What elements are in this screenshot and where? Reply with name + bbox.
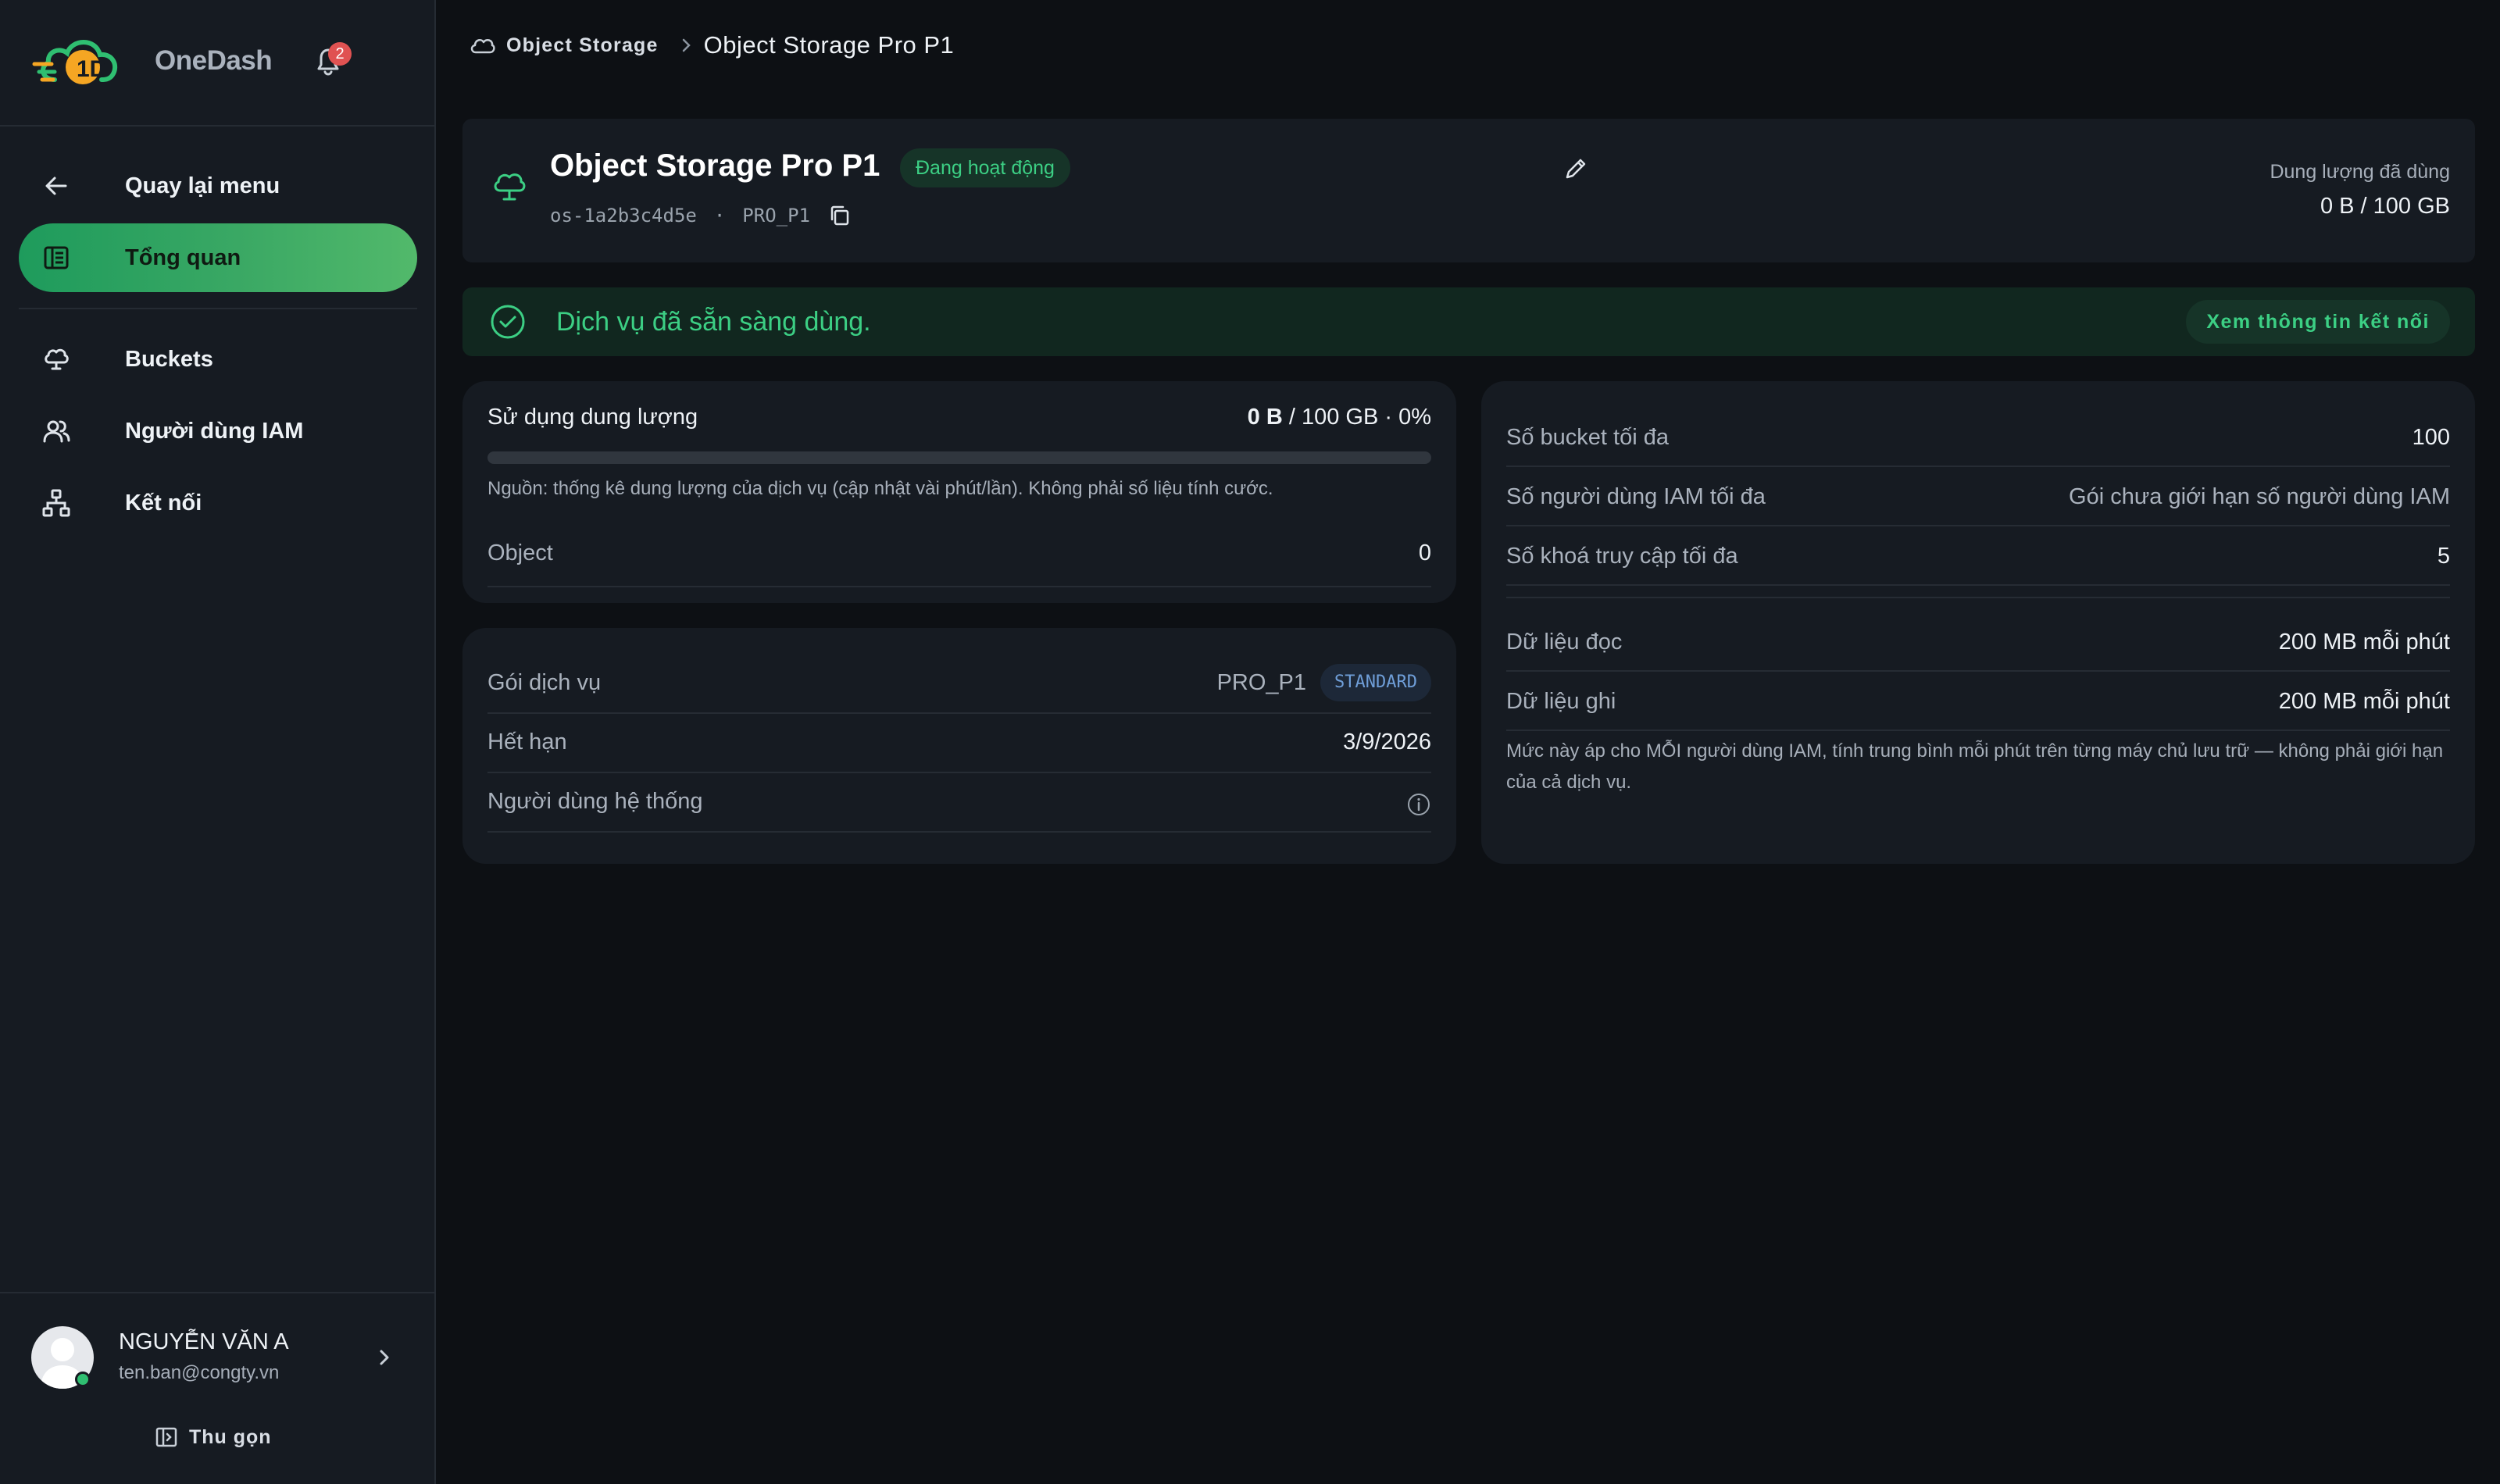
usage-progress-bar bbox=[488, 451, 1431, 464]
svg-text:1D: 1D bbox=[77, 56, 106, 82]
brand[interactable]: 1D OneDash bbox=[31, 28, 273, 94]
storage-usage-card: Sử dụng dung lượng 0 B / 100 GB · 0% Ngu… bbox=[462, 381, 1456, 603]
usage-used: 0 B bbox=[1247, 405, 1283, 430]
check-circle-icon bbox=[491, 305, 525, 339]
write-rate-row: Dữ liệu ghi 200 MB mỗi phút bbox=[1506, 672, 2450, 731]
usage-value: 0 B / 100 GB · 0% bbox=[1248, 405, 1431, 430]
chevron-right-icon[interactable] bbox=[375, 1345, 394, 1370]
service-identifiers: os-1a2b3c4d5e · PRO_P1 bbox=[550, 203, 852, 228]
read-rate-row: Dữ liệu đọc 200 MB mỗi phút bbox=[1506, 612, 2450, 672]
object-count-row: Object 0 bbox=[488, 530, 1431, 587]
limit-label: Số bucket tối đa bbox=[1506, 425, 1669, 450]
sidebar: 1D OneDash 2 Quay lại menu Tổng quan Buc… bbox=[0, 0, 436, 1484]
object-value: 0 bbox=[1418, 540, 1431, 565]
chevron-right-icon bbox=[682, 38, 691, 52]
sidebar-divider bbox=[0, 125, 434, 127]
network-icon bbox=[42, 489, 70, 517]
expiry-row: Hết hạn 3/9/2026 bbox=[488, 714, 1431, 773]
tier-badge: STANDARD bbox=[1320, 664, 1431, 701]
object-label: Object bbox=[488, 540, 553, 565]
package-row: Gói dịch vụ PRO_P1 STANDARD bbox=[488, 655, 1431, 714]
onedash-logo: 1D bbox=[32, 40, 118, 84]
limit-label: Số người dùng IAM tối đa bbox=[1506, 484, 1766, 509]
sidebar-divider bbox=[0, 1292, 434, 1293]
arrow-left-icon bbox=[45, 177, 67, 195]
notification-badge: 2 bbox=[328, 42, 352, 66]
usage-title: Sử dụng dung lượng bbox=[488, 405, 698, 430]
max-buckets-row: Số bucket tối đa 100 bbox=[1506, 408, 2450, 467]
max-iam-users-row: Số người dùng IAM tối đa Gói chưa giới h… bbox=[1506, 467, 2450, 526]
brand-name: OneDash bbox=[155, 45, 273, 76]
max-access-keys-row: Số khoá truy cập tối đa 5 bbox=[1506, 526, 2450, 586]
collapse-sidebar-button[interactable]: Thu gọn bbox=[155, 1422, 272, 1453]
sidebar-collapse-icon bbox=[155, 1427, 177, 1447]
expiry-label: Hết hạn bbox=[488, 730, 567, 754]
breadcrumb: Object Storage Object Storage Pro P1 bbox=[469, 28, 954, 62]
limit-value: Gói chưa giới hạn số người dùng IAM bbox=[2069, 484, 2450, 509]
service-title: Object Storage Pro P1 bbox=[550, 148, 880, 183]
online-status-dot bbox=[75, 1372, 91, 1387]
usage-summary-label: Dung lượng đã dùng bbox=[2270, 161, 2450, 183]
ready-message: Dịch vụ đã sẵn sàng dùng. bbox=[556, 307, 871, 337]
sidebar-item-label: Kết nối bbox=[125, 490, 202, 515]
limit-value: 100 bbox=[2412, 425, 2450, 450]
overview-icon bbox=[44, 246, 69, 269]
bucket-cloud-icon bbox=[494, 173, 526, 201]
service-limits-card: Số bucket tối đa 100 Số người dùng IAM t… bbox=[1481, 381, 2475, 864]
system-user-row: Người dùng hệ thống bbox=[488, 773, 1431, 833]
service-ready-banner: Dịch vụ đã sẵn sàng dùng. Xem thông tin … bbox=[462, 287, 2475, 356]
package-label: Gói dịch vụ bbox=[488, 670, 602, 695]
collapse-label: Thu gọn bbox=[189, 1425, 272, 1448]
info-icon[interactable] bbox=[1406, 792, 1431, 817]
section-divider bbox=[1506, 597, 2450, 598]
back-to-menu-button[interactable]: Quay lại menu bbox=[19, 152, 417, 220]
service-header-card: Object Storage Pro P1 Đang hoạt động os-… bbox=[462, 119, 2475, 262]
limit-value: 200 MB mỗi phút bbox=[2278, 630, 2450, 655]
sidebar-item-label: Tổng quan bbox=[125, 244, 241, 270]
system-user-label: Người dùng hệ thống bbox=[488, 789, 703, 814]
limit-label: Số khoá truy cập tối đa bbox=[1506, 544, 1738, 569]
user-name: NGUYỄN VĂN A bbox=[119, 1329, 289, 1354]
cloud-icon bbox=[470, 38, 495, 54]
expiry-value: 3/9/2026 bbox=[1343, 730, 1431, 754]
pencil-icon[interactable] bbox=[1562, 155, 1589, 182]
sidebar-item-buckets[interactable]: Buckets bbox=[19, 325, 417, 394]
sidebar-item-connections[interactable]: Kết nối bbox=[19, 469, 417, 537]
breadcrumb-current: Object Storage Pro P1 bbox=[703, 31, 955, 59]
usage-rest: / 100 GB · 0% bbox=[1282, 405, 1431, 430]
user-email: ten.ban@congty.vn bbox=[119, 1362, 280, 1383]
plan-code: PRO_P1 bbox=[742, 205, 810, 227]
sidebar-item-label: Buckets bbox=[125, 346, 213, 372]
status-badge: Đang hoạt động bbox=[900, 148, 1070, 187]
sidebar-divider bbox=[19, 308, 417, 309]
breadcrumb-parent-link[interactable]: Object Storage bbox=[506, 34, 659, 57]
service-id: os-1a2b3c4d5e bbox=[550, 205, 697, 227]
limit-label: Dữ liệu ghi bbox=[1506, 689, 1616, 714]
usage-summary-value: 0 B / 100 GB bbox=[2320, 194, 2450, 219]
copy-icon[interactable] bbox=[827, 203, 852, 228]
limit-value: 5 bbox=[2437, 544, 2450, 569]
package-value-group: PRO_P1 STANDARD bbox=[1217, 664, 1431, 701]
user-profile[interactable]: NGUYỄN VĂN A ten.ban@congty.vn bbox=[31, 1325, 406, 1390]
separator: · bbox=[713, 205, 726, 227]
bucket-cloud-icon bbox=[45, 348, 69, 370]
view-connection-info-button[interactable]: Xem thông tin kết nối bbox=[2186, 300, 2450, 344]
package-value: PRO_P1 bbox=[1216, 669, 1307, 695]
limit-label: Dữ liệu đọc bbox=[1506, 630, 1623, 655]
limit-value: 200 MB mỗi phút bbox=[2278, 689, 2450, 714]
users-icon bbox=[43, 420, 70, 443]
sidebar-item-label: Người dùng IAM bbox=[125, 418, 304, 444]
plan-details-card: Gói dịch vụ PRO_P1 STANDARD Hết hạn 3/9/… bbox=[462, 628, 1456, 864]
sidebar-item-iam-users[interactable]: Người dùng IAM bbox=[19, 397, 417, 466]
back-to-menu-label: Quay lại menu bbox=[125, 173, 280, 198]
usage-source-note: Nguồn: thống kê dung lượng của dịch vụ (… bbox=[488, 478, 1273, 499]
sidebar-item-overview[interactable]: Tổng quan bbox=[19, 223, 417, 292]
rate-limit-note: Mức này áp cho MỖI người dùng IAM, tính … bbox=[1506, 740, 2444, 793]
